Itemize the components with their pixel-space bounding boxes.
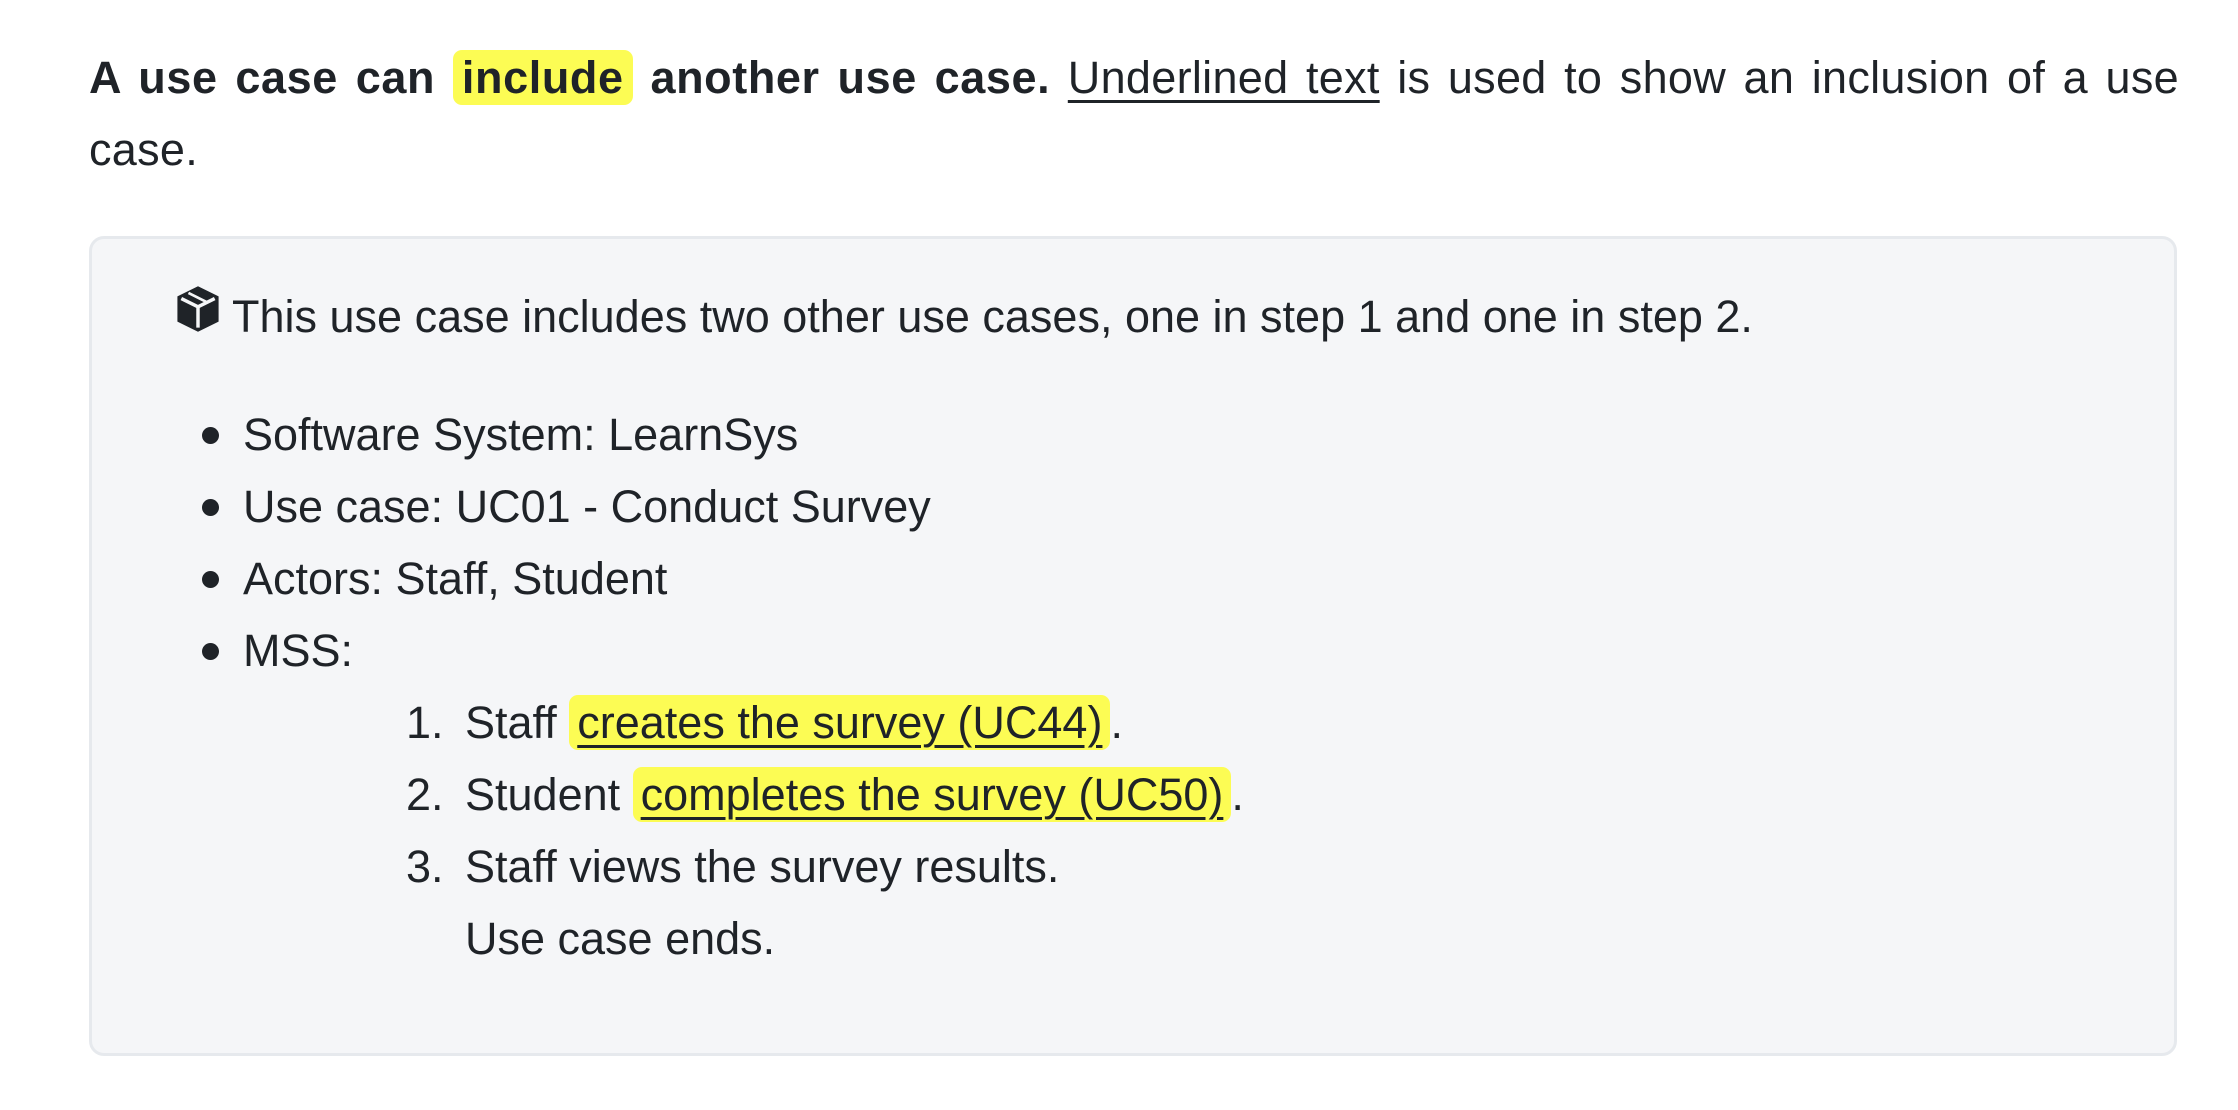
use-case-details: Software System: LearnSys Use case: UC01… xyxy=(92,399,1244,975)
box-note-text: This use case includes two other use cas… xyxy=(232,290,1753,342)
step-number: 1. xyxy=(406,697,444,748)
include-highlight: include xyxy=(452,50,633,105)
intro-bold: A use case can include another use case. xyxy=(89,50,1050,105)
step-link-uc44[interactable]: creates the survey (UC44) xyxy=(577,697,1102,748)
box-note: This use case includes two other use cas… xyxy=(172,283,1753,350)
detail-use-case: Use case: UC01 - Conduct Survey xyxy=(243,481,931,532)
step-prefix: Staff xyxy=(465,697,570,748)
intro-bold-prefix: A use case can xyxy=(89,52,453,103)
step-link-uc50[interactable]: completes the survey (UC50) xyxy=(641,769,1224,820)
detail-item: Use case: UC01 - Conduct Survey xyxy=(92,471,1244,543)
step-number: 2. xyxy=(406,769,444,820)
bullet xyxy=(202,427,219,444)
cube-icon xyxy=(172,283,232,350)
bullet xyxy=(202,499,219,516)
step-suffix: . xyxy=(1231,769,1244,820)
step-link-highlight: creates the survey (UC44) xyxy=(569,695,1111,750)
use-case-ends: Use case ends. xyxy=(465,913,776,964)
step-suffix: . xyxy=(1110,697,1123,748)
detail-item: Software System: LearnSys xyxy=(92,399,1244,471)
detail-item: Actors: Staff, Student xyxy=(92,543,1244,615)
bullet xyxy=(202,643,219,660)
detail-actors: Actors: Staff, Student xyxy=(243,553,668,604)
step-prefix: Student xyxy=(465,769,633,820)
step-link-highlight: completes the survey (UC50) xyxy=(632,767,1232,822)
use-case-box: This use case includes two other use cas… xyxy=(89,236,2177,1056)
mss-step: 1. Staff creates the survey (UC44). xyxy=(243,687,1244,759)
bullet xyxy=(202,571,219,588)
detail-software-system: Software System: LearnSys xyxy=(243,409,799,460)
page: A use case can include another use case.… xyxy=(0,0,2238,1110)
step-number: 3. xyxy=(406,841,444,892)
mss-steps: 1. Staff creates the survey (UC44). 2. Stu… xyxy=(243,687,1244,903)
intro-paragraph: A use case can include another use case.… xyxy=(89,42,2179,186)
detail-item: MSS: 1. Staff creates the survey (UC44). … xyxy=(92,615,1244,975)
step-text: Staff views the survey results. xyxy=(465,841,1060,892)
mss-label: MSS: xyxy=(243,625,354,676)
intro-bold-suffix: another use case. xyxy=(632,52,1051,103)
mss-step: 3. Staff views the survey results. xyxy=(243,831,1244,903)
underlined-text-example: Underlined text xyxy=(1067,52,1380,103)
mss-step: 2. Student completes the survey (UC50). xyxy=(243,759,1244,831)
